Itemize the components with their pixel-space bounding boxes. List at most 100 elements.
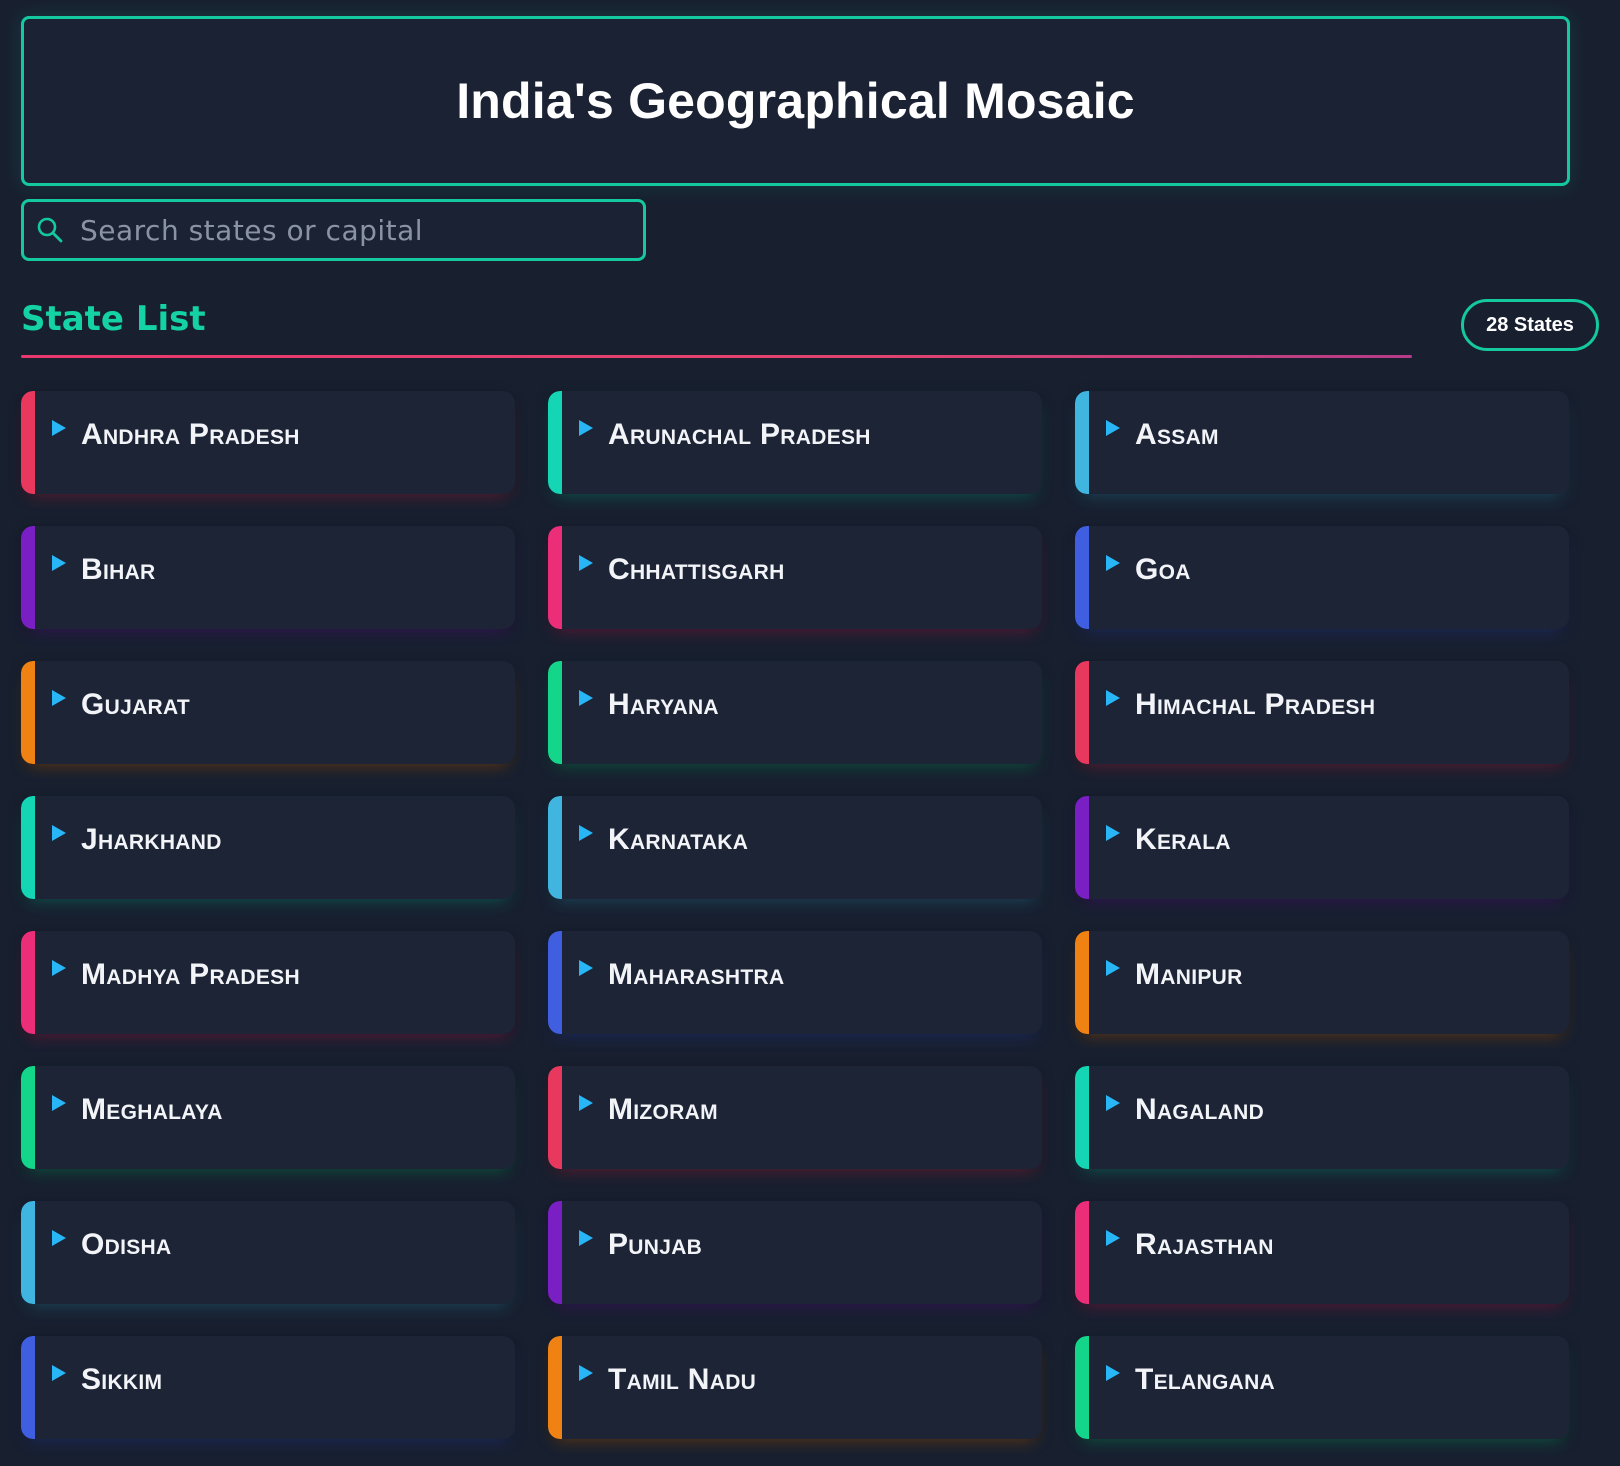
state-card[interactable]: Arunachal Pradesh (548, 391, 1042, 494)
state-list-header: State List 28 States (21, 299, 1599, 371)
state-count-badge: 28 States (1461, 299, 1599, 351)
state-card-accent-bar (548, 1201, 562, 1304)
play-arrow-icon (52, 1230, 66, 1246)
state-card-label: Telangana (1135, 1363, 1276, 1396)
play-arrow-icon (579, 1230, 593, 1246)
state-card-accent-bar (1075, 661, 1089, 764)
state-card[interactable]: Mizoram (548, 1066, 1042, 1169)
play-arrow-icon (1106, 1365, 1120, 1381)
state-card-accent-bar (21, 1201, 35, 1304)
state-card[interactable]: Telangana (1075, 1336, 1569, 1439)
play-arrow-icon (1106, 420, 1120, 436)
play-arrow-icon (52, 960, 66, 976)
state-card-accent-bar (548, 931, 562, 1034)
search-input[interactable] (66, 202, 643, 258)
state-card[interactable]: Jharkhand (21, 796, 515, 899)
header-banner: India's Geographical Mosaic (21, 16, 1570, 186)
play-arrow-icon (579, 825, 593, 841)
play-arrow-icon (579, 960, 593, 976)
state-card-accent-bar (21, 661, 35, 764)
state-card[interactable]: Karnataka (548, 796, 1042, 899)
state-card-accent-bar (1075, 1336, 1089, 1439)
state-card[interactable]: Rajasthan (1075, 1201, 1569, 1304)
state-card-accent-bar (21, 931, 35, 1034)
state-card-label: Manipur (1135, 958, 1243, 991)
state-card-label: Jharkhand (81, 823, 222, 856)
state-card[interactable]: Odisha (21, 1201, 515, 1304)
state-card-label: Assam (1135, 418, 1219, 451)
state-card-label: Goa (1135, 553, 1191, 586)
state-card-accent-bar (1075, 526, 1089, 629)
state-card-accent-bar (548, 526, 562, 629)
play-arrow-icon (579, 690, 593, 706)
state-card-accent-bar (548, 661, 562, 764)
state-card[interactable]: Madhya Pradesh (21, 931, 515, 1034)
state-card[interactable]: Sikkim (21, 1336, 515, 1439)
state-card-label: Nagaland (1135, 1093, 1265, 1126)
play-arrow-icon (1106, 1095, 1120, 1111)
state-card-accent-bar (21, 796, 35, 899)
state-card-accent-bar (21, 391, 35, 494)
state-card[interactable]: Andhra Pradesh (21, 391, 515, 494)
play-arrow-icon (52, 1095, 66, 1111)
state-card-accent-bar (1075, 391, 1089, 494)
state-card-label: Madhya Pradesh (81, 958, 300, 991)
play-arrow-icon (579, 1365, 593, 1381)
play-arrow-icon (1106, 555, 1120, 571)
play-arrow-icon (52, 555, 66, 571)
state-card-label: Kerala (1135, 823, 1231, 856)
state-card-label: Rajasthan (1135, 1228, 1274, 1261)
state-card-label: Tamil Nadu (608, 1363, 757, 1396)
state-card-label: Mizoram (608, 1093, 718, 1126)
state-grid: Andhra Pradesh Arunachal Pradesh Assam Biha… (21, 391, 1569, 1439)
play-arrow-icon (52, 690, 66, 706)
state-card-accent-bar (548, 1336, 562, 1439)
state-card[interactable]: Tamil Nadu (548, 1336, 1042, 1439)
state-card-label: Sikkim (81, 1363, 163, 1396)
state-card-label: Karnataka (608, 823, 749, 856)
state-card[interactable]: Gujarat (21, 661, 515, 764)
play-arrow-icon (1106, 825, 1120, 841)
state-card[interactable]: Chhattisgarh (548, 526, 1042, 629)
state-card-label: Haryana (608, 688, 719, 721)
state-card[interactable]: Himachal Pradesh (1075, 661, 1569, 764)
search-icon (34, 214, 66, 246)
state-card[interactable]: Goa (1075, 526, 1569, 629)
state-card[interactable]: Assam (1075, 391, 1569, 494)
play-arrow-icon (52, 1365, 66, 1381)
state-card-label: Andhra Pradesh (81, 418, 300, 451)
search-box[interactable] (21, 199, 646, 261)
play-arrow-icon (1106, 960, 1120, 976)
state-card-accent-bar (21, 1336, 35, 1439)
state-card[interactable]: Meghalaya (21, 1066, 515, 1169)
page-title: India's Geographical Mosaic (456, 73, 1135, 129)
play-arrow-icon (579, 1095, 593, 1111)
state-card[interactable]: Kerala (1075, 796, 1569, 899)
state-card[interactable]: Haryana (548, 661, 1042, 764)
play-arrow-icon (579, 555, 593, 571)
state-card-accent-bar (548, 1066, 562, 1169)
state-card[interactable]: Maharashtra (548, 931, 1042, 1034)
state-card-label: Bihar (81, 553, 156, 586)
state-card-label: Himachal Pradesh (1135, 688, 1376, 721)
play-arrow-icon (1106, 690, 1120, 706)
state-card-label: Meghalaya (81, 1093, 223, 1126)
state-card[interactable]: Bihar (21, 526, 515, 629)
state-card[interactable]: Manipur (1075, 931, 1569, 1034)
state-card[interactable]: Nagaland (1075, 1066, 1569, 1169)
state-list-divider (21, 355, 1412, 358)
state-card-accent-bar (1075, 1066, 1089, 1169)
play-arrow-icon (579, 420, 593, 436)
state-list-title: State List (21, 299, 206, 339)
state-card[interactable]: Punjab (548, 1201, 1042, 1304)
state-card-accent-bar (21, 1066, 35, 1169)
state-card-label: Odisha (81, 1228, 172, 1261)
state-card-label: Punjab (608, 1228, 703, 1261)
play-arrow-icon (52, 420, 66, 436)
state-card-label: Maharashtra (608, 958, 785, 991)
state-card-label: Arunachal Pradesh (608, 418, 871, 451)
state-card-accent-bar (1075, 931, 1089, 1034)
play-arrow-icon (52, 825, 66, 841)
state-card-accent-bar (21, 526, 35, 629)
state-card-label: Chhattisgarh (608, 553, 785, 586)
